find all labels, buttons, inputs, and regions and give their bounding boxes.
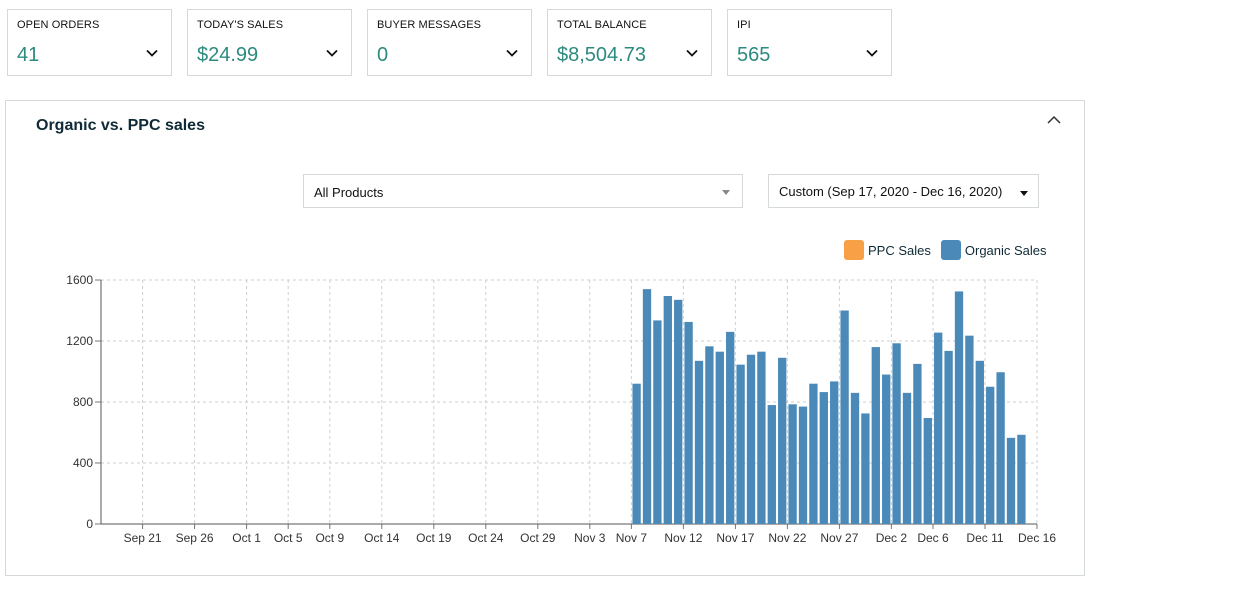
bar-organic-sales xyxy=(892,343,901,524)
x-tick-label: Oct 14 xyxy=(364,531,400,545)
bar-organic-sales xyxy=(642,289,652,524)
x-tick-label: Dec 16 xyxy=(1018,531,1056,545)
x-tick-label: Oct 29 xyxy=(520,531,556,545)
bar-organic-sales xyxy=(975,360,984,524)
x-tick-label: Nov 17 xyxy=(716,531,754,545)
bar-organic-sales xyxy=(965,335,974,524)
bar-organic-sales xyxy=(663,296,672,524)
x-tick-label: Oct 19 xyxy=(416,531,452,545)
bar-organic-sales xyxy=(798,406,808,524)
bar-organic-sales xyxy=(653,320,662,524)
bar-organic-sales xyxy=(726,331,735,524)
x-tick-label: Oct 1 xyxy=(232,531,261,545)
x-tick-label: Dec 2 xyxy=(876,531,908,545)
x-tick-label: Nov 12 xyxy=(664,531,702,545)
x-tick-label: Sep 26 xyxy=(176,531,214,545)
bar-organic-sales xyxy=(788,404,797,524)
x-tick-label: Oct 24 xyxy=(468,531,504,545)
bar-organic-sales xyxy=(809,383,818,524)
bar-organic-sales xyxy=(830,381,839,524)
bar-organic-sales xyxy=(757,351,766,524)
y-tick-label: 0 xyxy=(86,517,93,531)
bar-organic-sales xyxy=(705,346,714,524)
bar-organic-sales xyxy=(736,364,745,524)
x-tick-label: Dec 11 xyxy=(966,531,1003,545)
bar-organic-sales xyxy=(840,310,849,524)
x-tick-label: Dec 6 xyxy=(917,531,949,545)
y-tick-label: 1200 xyxy=(66,334,93,348)
bar-organic-sales xyxy=(913,363,922,524)
bar-organic-sales xyxy=(871,347,880,524)
bar-organic-sales xyxy=(819,392,828,524)
bar-organic-sales xyxy=(694,360,704,524)
bar-organic-sales xyxy=(1017,434,1026,524)
bar-organic-sales xyxy=(1006,437,1016,524)
sales-bar-chart: 0 400 800 1200 1600 Sep 21 Sep 26 Oct 1 Oct 5 Oct… xyxy=(66,273,1056,545)
bar-organic-sales xyxy=(674,299,683,524)
bar-organic-sales xyxy=(850,392,860,524)
bar-organic-sales xyxy=(746,354,756,524)
bar-organic-sales xyxy=(923,418,932,524)
bar-organic-sales xyxy=(715,351,724,524)
bar-organic-sales xyxy=(902,392,912,524)
bar-organic-sales xyxy=(882,374,891,524)
bar-organic-sales xyxy=(996,372,1005,524)
x-tick-label: Nov 27 xyxy=(820,531,858,545)
bar-organic-sales xyxy=(684,321,693,524)
bar-organic-sales xyxy=(954,291,964,524)
y-tick-label: 400 xyxy=(73,456,93,470)
x-tick-label: Oct 9 xyxy=(315,531,344,545)
bar-organic-sales xyxy=(778,357,787,524)
bar-organic-sales xyxy=(767,405,776,524)
y-tick-label: 1600 xyxy=(66,273,93,287)
bar-organic-sales xyxy=(861,413,870,524)
x-tick-label: Nov 3 xyxy=(574,531,606,545)
x-tick-label: Nov 22 xyxy=(768,531,806,545)
bar-organic-sales xyxy=(632,383,641,524)
bar-organic-sales xyxy=(934,332,943,524)
x-tick-label: Sep 21 xyxy=(124,531,162,545)
x-tick-label: Oct 5 xyxy=(274,531,303,545)
bar-organic-sales xyxy=(944,350,953,524)
y-tick-label: 800 xyxy=(73,395,93,409)
bar-organic-sales xyxy=(986,386,995,524)
x-tick-label: Nov 7 xyxy=(616,531,648,545)
